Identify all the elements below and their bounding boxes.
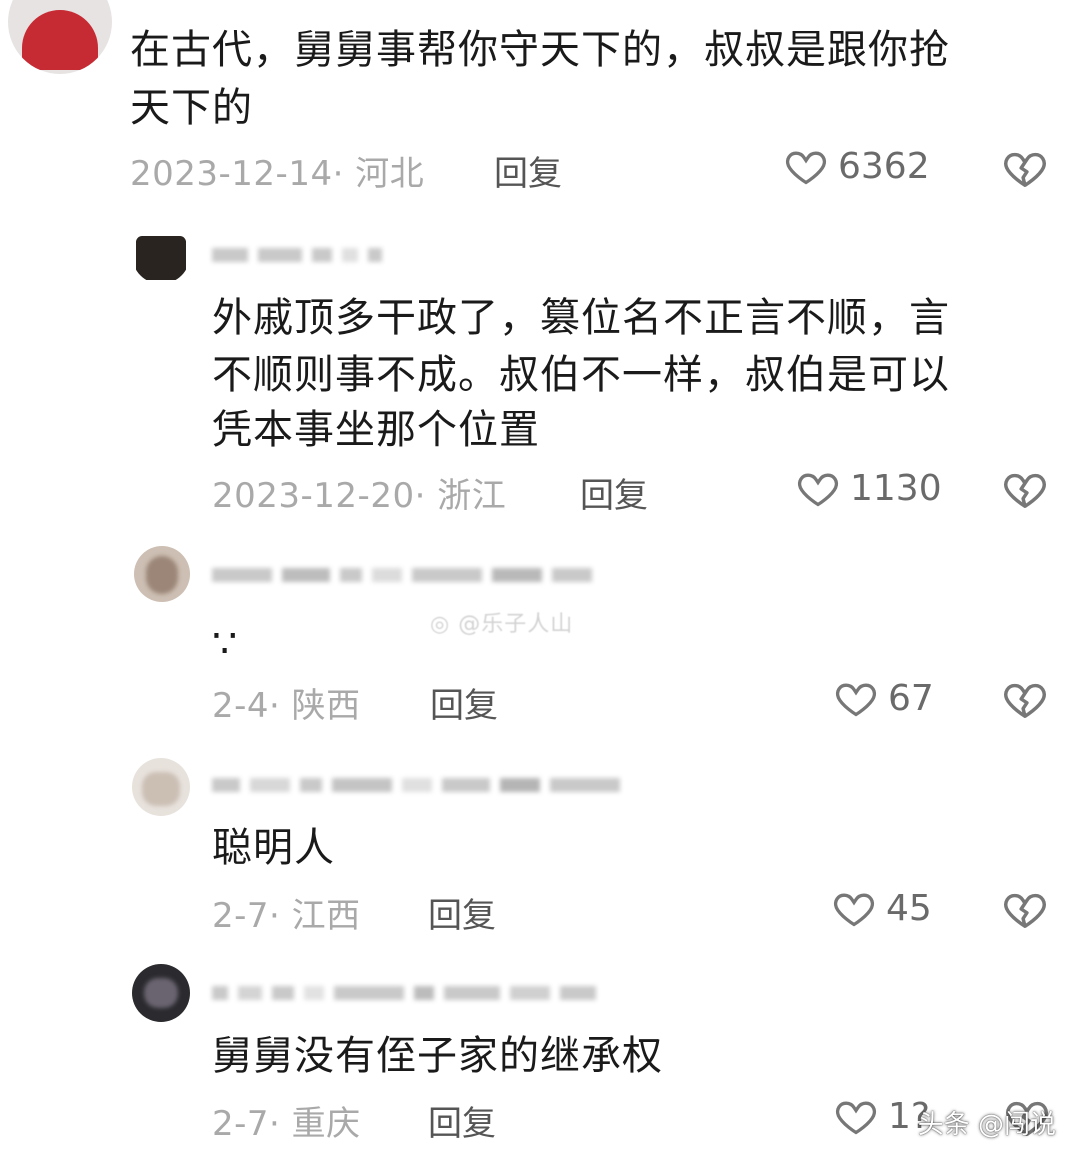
broken-heart-icon[interactable] [1002, 886, 1048, 932]
comment-text: 舅舅没有侄子家的继承权 [212, 1033, 663, 1079]
heart-outline-icon [835, 683, 877, 717]
heart-outline-icon [797, 473, 839, 507]
like-count: 1130 [850, 467, 942, 509]
username-blurred[interactable] [212, 566, 592, 584]
avatar[interactable] [132, 964, 190, 1022]
avatar[interactable] [132, 226, 190, 284]
avatar[interactable] [8, 0, 112, 74]
comment-meta: 2023-12-14· 河北 [130, 154, 425, 194]
like-count: 45 [886, 887, 932, 929]
heart-outline-icon [833, 893, 875, 927]
like-button[interactable]: 1130 [796, 466, 942, 510]
comment-meta: 2-4· 陕西 [212, 686, 361, 726]
comment-meta: 2-7· 江西 [212, 896, 361, 936]
broken-heart-icon[interactable] [1002, 676, 1048, 722]
watermark: ◎ @乐子人山 [430, 612, 574, 637]
heart-outline-icon [785, 151, 827, 185]
reply-button[interactable]: 回复 [430, 678, 498, 727]
heart-outline-icon [835, 1101, 877, 1135]
like-button[interactable]: 6362 [784, 144, 930, 188]
comment-text: ∵ [212, 621, 239, 667]
broken-heart-icon[interactable] [1002, 145, 1048, 191]
like-count: 6362 [838, 145, 930, 187]
reply-button[interactable]: 回复 [428, 1096, 496, 1145]
reply-button[interactable]: 回复 [428, 888, 496, 937]
avatar[interactable] [132, 758, 190, 816]
like-count: 67 [888, 677, 934, 719]
brand-watermark: 头条 @闯说 [917, 1110, 1056, 1140]
username-blurred[interactable] [212, 246, 382, 264]
like-button[interactable]: 45 [832, 886, 932, 930]
like-button[interactable]: 67 [834, 676, 934, 720]
comment-meta: 2023-12-20· 浙江 [212, 476, 507, 516]
like-button[interactable]: 1? [834, 1094, 930, 1138]
comment-text: 外戚顶多干政了，篡位名不正言不顺，言 [212, 295, 950, 341]
avatar[interactable] [134, 546, 190, 602]
username-blurred[interactable] [212, 984, 596, 1002]
comment-text: 在古代，舅舅事帮你守天下的，叔叔是跟你抢 [130, 27, 950, 73]
reply-button[interactable]: 回复 [580, 468, 648, 517]
comment-text: 凭本事坐那个位置 [212, 407, 540, 453]
reply-button[interactable]: 回复 [494, 146, 562, 195]
username-blurred[interactable] [212, 776, 620, 794]
comment-text: 聪明人 [212, 825, 335, 871]
comment-text: 天下的 [130, 85, 253, 131]
broken-heart-icon[interactable] [1002, 466, 1048, 512]
comment-meta: 2-7· 重庆 [212, 1104, 361, 1144]
